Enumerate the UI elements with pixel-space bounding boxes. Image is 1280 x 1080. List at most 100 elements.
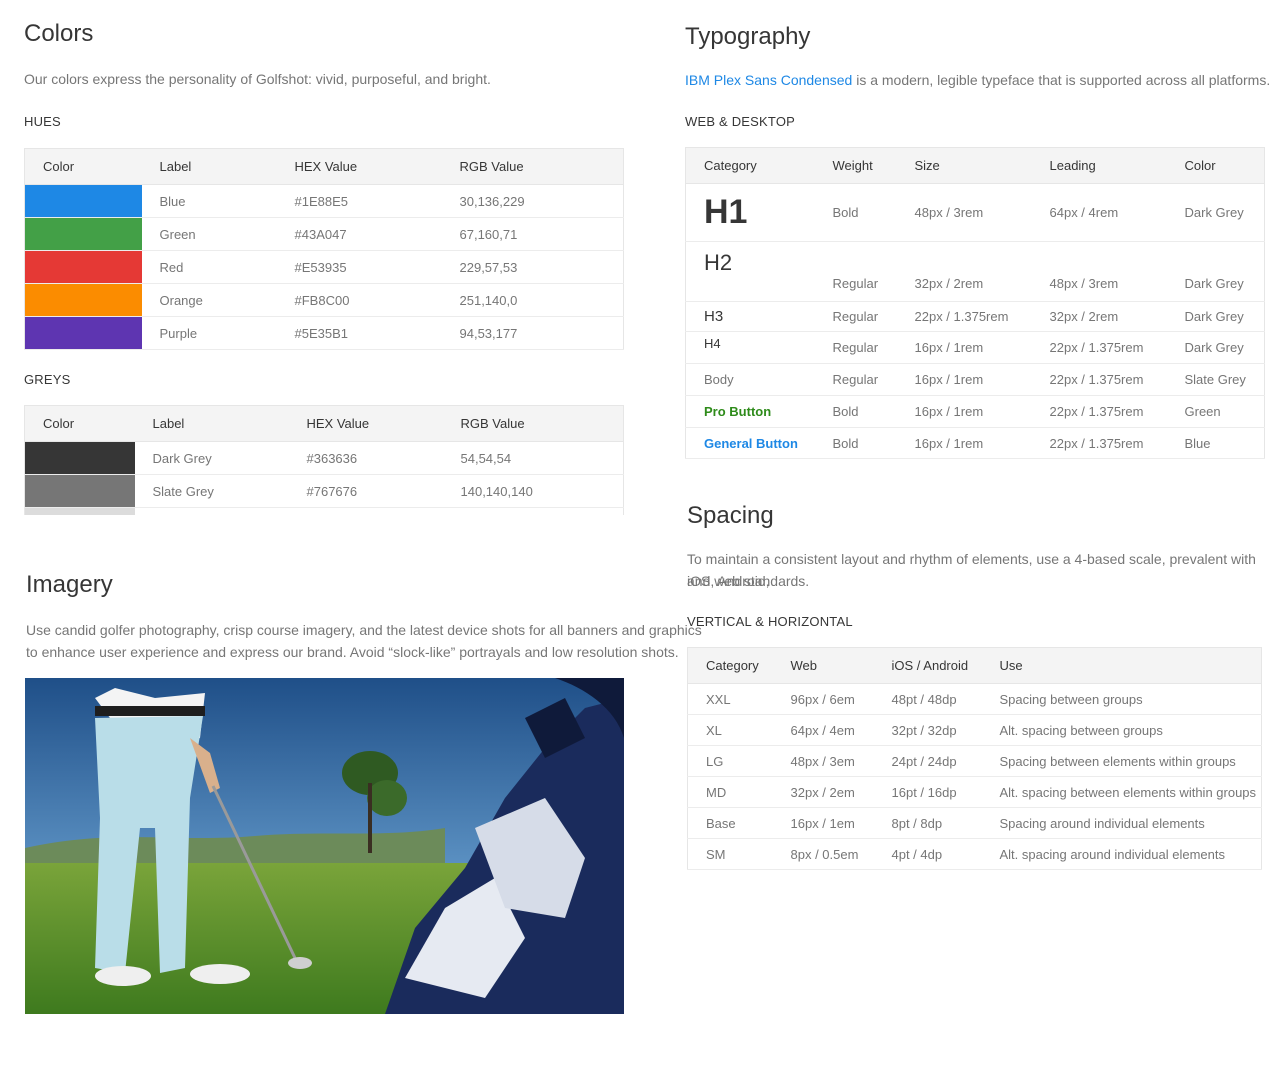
header-category: Category (687, 647, 773, 684)
spacing-web: 32px / 2em (772, 776, 874, 808)
spacing-category: LG (687, 745, 773, 777)
typography-category: H4 (685, 331, 815, 364)
typography-leading: 22px / 1.375rem (1031, 331, 1167, 364)
spacing-web: 16px / 1em (772, 807, 874, 839)
typography-weight: Regular (814, 363, 897, 396)
swatch-fill (25, 508, 135, 515)
swatch-fill (25, 218, 142, 250)
color-swatch (24, 250, 142, 284)
color-rgb: 251,140,0 (441, 283, 624, 317)
swatch-fill (25, 317, 142, 349)
spacing-use: Alt. spacing around individual elements (981, 838, 1262, 870)
header-hex: HEX Value (288, 405, 443, 442)
typography-row: H3 Regular 22px / 1.375rem 32px / 2rem Dark … (685, 301, 1265, 332)
typography-row: Body Regular 16px / 1rem 22px / 1.375rem Sla… (685, 363, 1265, 396)
spacing-header-row: Category Web iOS / Android Use (687, 647, 1262, 684)
imagery-intro-2: to enhance user experience and express o… (26, 644, 679, 660)
grey-row: Slate Grey #767676 140,140,140 (24, 474, 624, 508)
typography-color: Dark Grey (1166, 241, 1265, 302)
imagery-title: Imagery (26, 571, 113, 598)
color-swatch (24, 184, 142, 218)
spacing-web: 96px / 6em (772, 683, 874, 715)
header-size: Size (896, 147, 1032, 184)
typography-color: Dark Grey (1166, 301, 1265, 332)
spacing-category: Base (687, 807, 773, 839)
header-hex: HEX Value (276, 148, 442, 185)
typography-weight: Regular (814, 301, 897, 332)
hues-table: Color Label HEX Value RGB Value Blue #1E8… (24, 148, 624, 350)
header-color: Color (1166, 147, 1265, 184)
typography-color: Dark Grey (1166, 331, 1265, 364)
spacing-web: 48px / 3em (772, 745, 874, 777)
color-hex: #767676 (288, 474, 443, 508)
color-hex: #43A047 (276, 217, 442, 251)
color-hex: #1E88E5 (276, 184, 442, 218)
font-link[interactable]: IBM Plex Sans Condensed (685, 72, 852, 88)
typography-size: 32px / 2rem (896, 241, 1032, 302)
color-rgb: 140,140,140 (442, 474, 624, 508)
greys-table-clip: Color Label HEX Value RGB Value Dark Gre… (24, 405, 624, 515)
typography-table: Category Weight Size Leading Color H1 Bol… (685, 147, 1265, 459)
typography-weight: Bold (814, 183, 897, 242)
color-hex: #5E35B1 (276, 316, 442, 350)
color-rgb: 67,160,71 (441, 217, 624, 251)
color-label: Purple (141, 316, 277, 350)
typography-size: 16px / 1rem (896, 395, 1032, 428)
typography-category: H3 (685, 301, 815, 332)
spacing-row: LG 48px / 3em 24pt / 24dp Spacing between e… (687, 745, 1262, 777)
greys-label: GREYS (24, 372, 71, 387)
color-rgb: 94,53,177 (441, 316, 624, 350)
typography-color: Blue (1166, 427, 1265, 459)
typography-category: Body (685, 363, 815, 396)
typography-row: General Button Bold 16px / 1rem 22px / 1.37… (685, 427, 1265, 459)
header-leading: Leading (1031, 147, 1167, 184)
color-hex: #E53935 (276, 250, 442, 284)
color-swatch (24, 316, 142, 350)
web-desktop-label: WEB & DESKTOP (685, 114, 795, 129)
typography-row: H4 Regular 16px / 1rem 22px / 1.375rem Dark … (685, 331, 1265, 364)
spacing-table: Category Web iOS / Android Use XXL 96px /… (687, 647, 1262, 870)
hues-label: HUES (24, 114, 61, 129)
color-label: Dark Grey (134, 441, 289, 475)
spacing-web: 8px / 0.5em (772, 838, 874, 870)
typography-color: Dark Grey (1166, 183, 1265, 242)
greys-table: Color Label HEX Value RGB Value Dark Gre… (24, 405, 624, 515)
colors-intro: Our colors express the personality of Go… (24, 71, 491, 87)
color-label: Red (141, 250, 277, 284)
header-ios-android: iOS / Android (873, 647, 982, 684)
color-rgb: 30,136,229 (441, 184, 624, 218)
color-rgb: 54,54,54 (442, 441, 624, 475)
typography-category: H2 (685, 241, 815, 302)
typography-row: H2 Regular 32px / 2rem 48px / 3rem Dark Grey (685, 241, 1265, 302)
header-label: Label (134, 405, 289, 442)
typography-size: 16px / 1rem (896, 363, 1032, 396)
hues-header-row: Color Label HEX Value RGB Value (24, 148, 624, 185)
colors-title: Colors (24, 20, 94, 47)
typography-leading: 64px / 4rem (1031, 183, 1167, 242)
color-label: Orange (141, 283, 277, 317)
typography-leading: 48px / 3rem (1031, 241, 1167, 302)
spacing-native: 4pt / 4dp (873, 838, 982, 870)
header-color: Color (24, 405, 135, 442)
greys-header-row: Color Label HEX Value RGB Value (24, 405, 624, 442)
color-hex: #363636 (288, 441, 443, 475)
swatch-fill (25, 475, 135, 507)
typography-title: Typography (685, 23, 811, 50)
typography-color: Green (1166, 395, 1265, 428)
spacing-native: 48pt / 48dp (873, 683, 982, 715)
spacing-use: Alt. spacing between elements within gro… (981, 776, 1262, 808)
typography-size: 48px / 3rem (896, 183, 1032, 242)
hue-row: Orange #FB8C00 251,140,0 (24, 283, 624, 317)
spacing-row: MD 32px / 2em 16pt / 16dp Alt. spacing betw… (687, 776, 1262, 808)
hue-row: Blue #1E88E5 30,136,229 (24, 184, 624, 218)
color-label: Green (141, 217, 277, 251)
spacing-category: XXL (687, 683, 773, 715)
typography-weight: Regular (814, 241, 897, 302)
typography-size: 16px / 1rem (896, 331, 1032, 364)
color-swatch (24, 441, 135, 475)
color-rgb: 229,57,53 (441, 250, 624, 284)
hue-row: Green #43A047 67,160,71 (24, 217, 624, 251)
color-hex: #FB8C00 (276, 283, 442, 317)
swatch-fill (25, 251, 142, 283)
color-swatch (24, 283, 142, 317)
